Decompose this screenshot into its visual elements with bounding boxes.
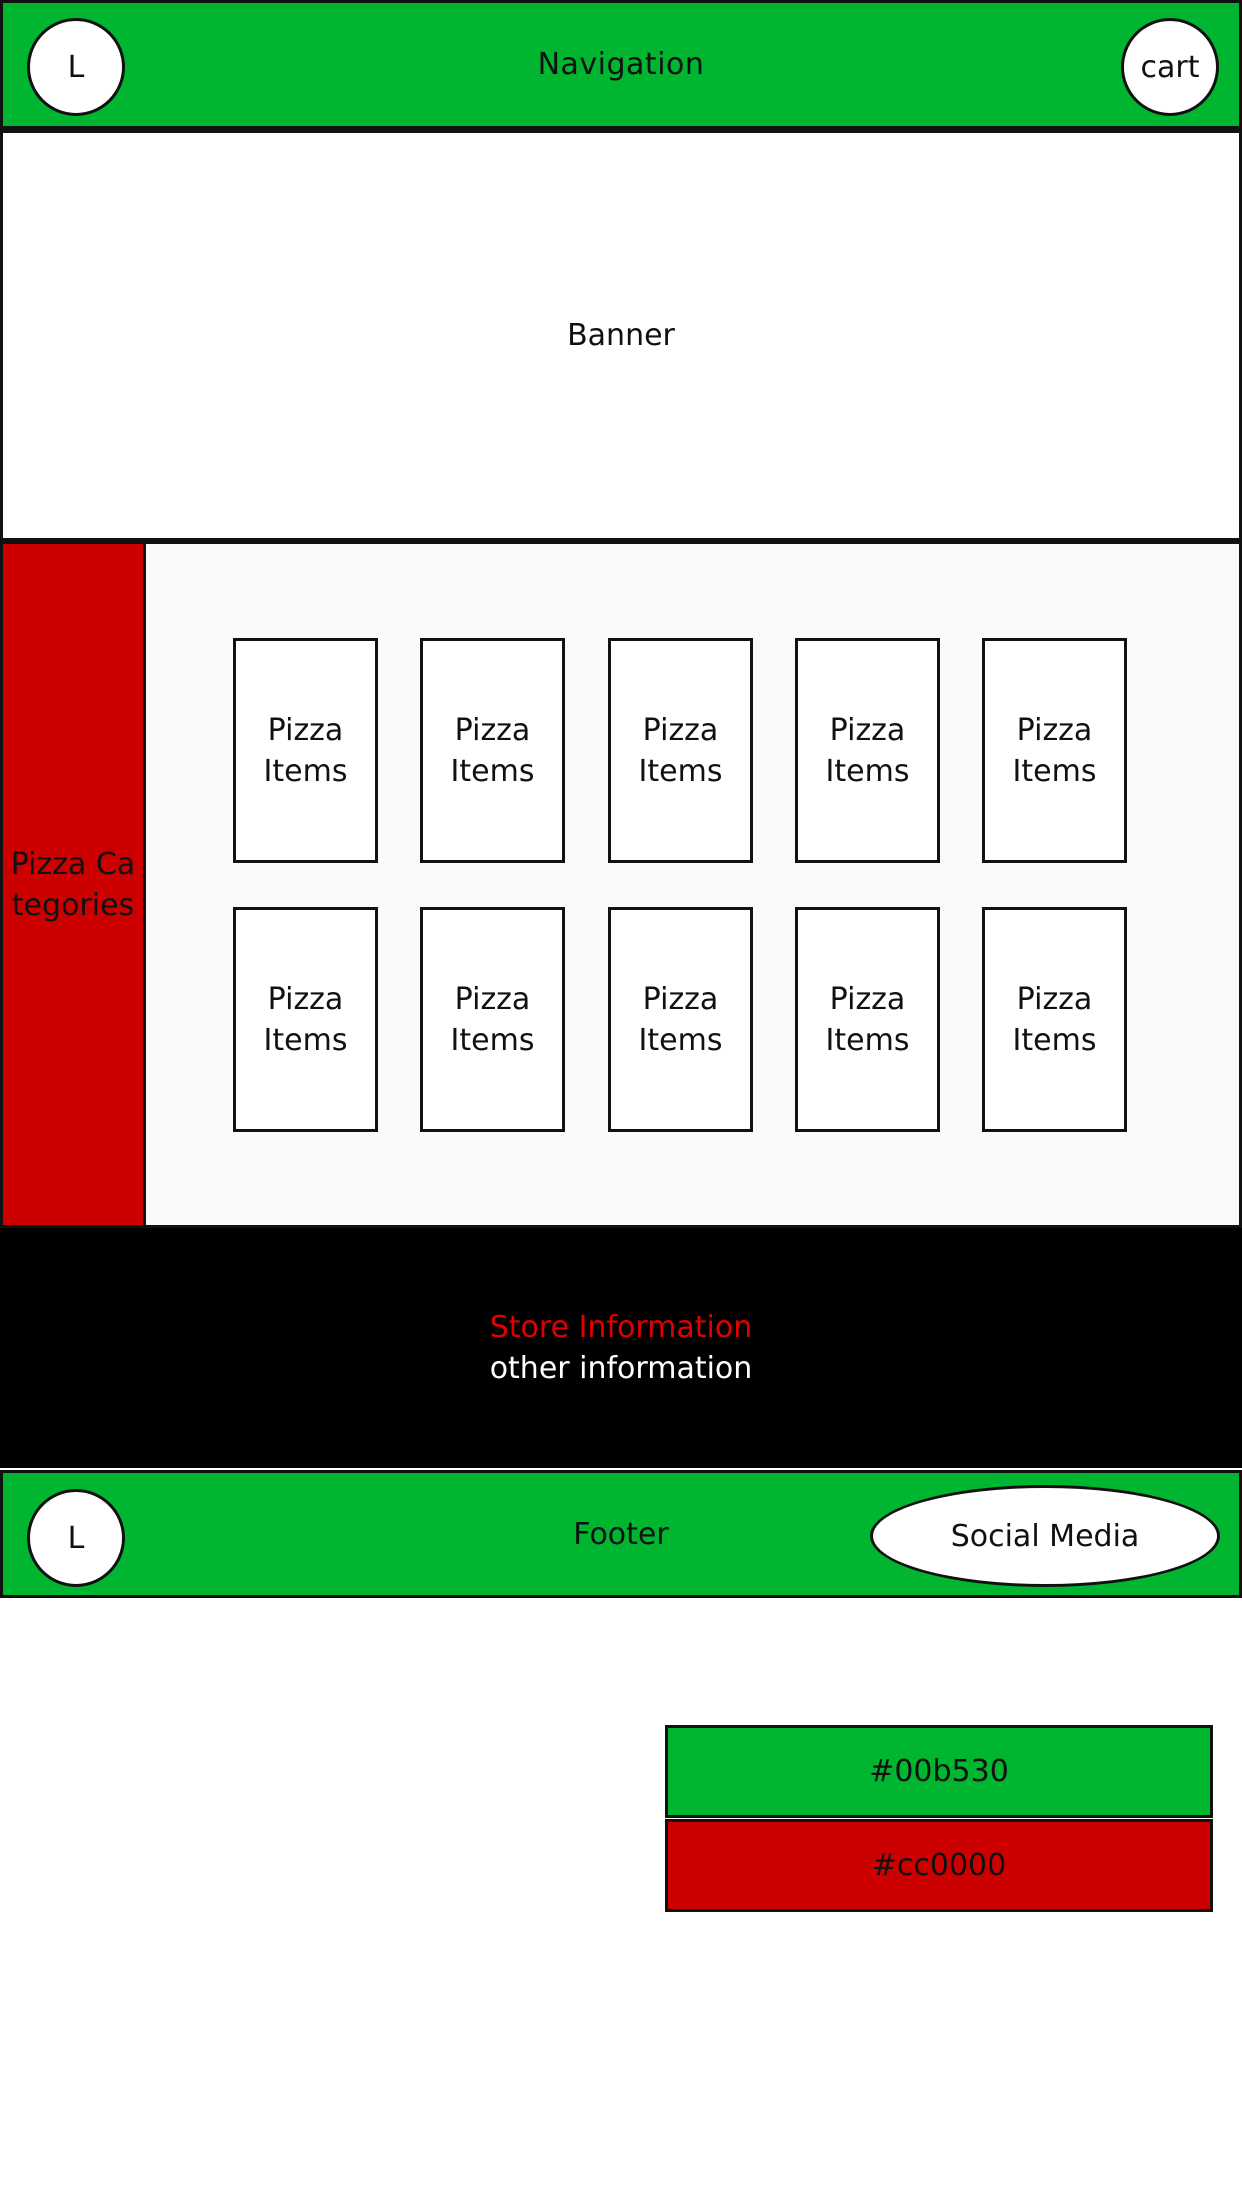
pizza-item-card[interactable]: Pizza Items (233, 638, 378, 863)
banner-label: Banner (567, 318, 675, 353)
store-information-heading: Store Information (489, 1310, 753, 1345)
cart-button[interactable]: cart (1121, 18, 1219, 116)
pizza-item-card[interactable]: Pizza Items (795, 638, 940, 863)
swatch-label: #00b530 (869, 1754, 1009, 1789)
navigation-bar: Navigation L cart (0, 0, 1242, 130)
social-media-button[interactable]: Social Media (870, 1485, 1220, 1587)
pizza-categories-sidebar[interactable]: Pizza Categories (0, 541, 146, 1228)
sidebar-label: Pizza Categories (10, 846, 136, 923)
banner: Banner (0, 130, 1242, 541)
navigation-title: Navigation (537, 47, 705, 82)
color-swatch-green: #00b530 (665, 1725, 1213, 1818)
pizza-item-card[interactable]: Pizza Items (608, 638, 753, 863)
logo-button[interactable]: L (27, 18, 125, 116)
other-information-text: other information (489, 1351, 753, 1386)
wireframe-page: Navigation L cart Banner Pizza Categorie… (0, 0, 1242, 2208)
pizza-items-grid: Pizza Items Pizza Items Pizza Items Pizz… (143, 541, 1242, 1228)
pizza-item-card[interactable]: Pizza Items (982, 907, 1127, 1132)
color-swatch-red: #cc0000 (665, 1819, 1213, 1912)
store-information-section: Store Information other information (0, 1228, 1242, 1468)
footer-logo[interactable]: L (27, 1489, 125, 1587)
pizza-item-card[interactable]: Pizza Items (233, 907, 378, 1132)
pizza-item-card[interactable]: Pizza Items (608, 907, 753, 1132)
pizza-item-card[interactable]: Pizza Items (982, 638, 1127, 863)
pizza-item-card[interactable]: Pizza Items (420, 907, 565, 1132)
swatch-label: #cc0000 (871, 1848, 1007, 1883)
pizza-item-card[interactable]: Pizza Items (420, 638, 565, 863)
pizza-item-card[interactable]: Pizza Items (795, 907, 940, 1132)
footer-bar: Footer L Social Media (0, 1470, 1242, 1598)
